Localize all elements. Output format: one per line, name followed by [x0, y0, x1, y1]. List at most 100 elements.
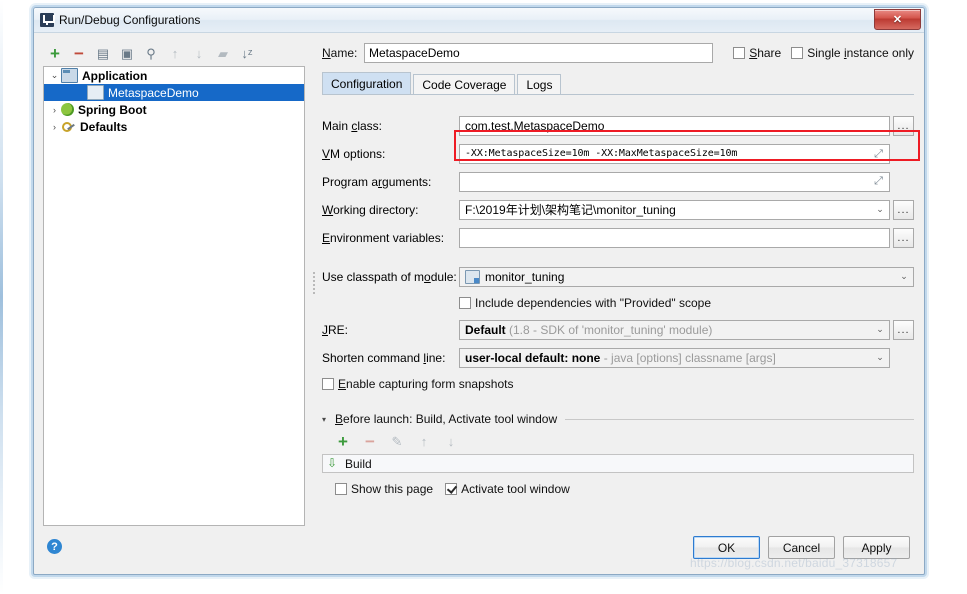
shorten-command-line-row: Shorten command line: user-local default… — [322, 347, 914, 368]
environment-variables-browse-button[interactable]: ... — [893, 227, 914, 248]
working-directory-value: F:\2019年计划\架构笔记\monitor_tuning — [465, 203, 676, 217]
vm-options-value: -XX:MetaspaceSize=10m -XX:MaxMetaspaceSi… — [465, 148, 738, 159]
share-checkbox-box — [733, 46, 746, 59]
move-down-button: ↓ — [195, 45, 203, 61]
tree-node-label: Spring Boot — [78, 102, 147, 117]
main-class-row: Main class: com.test.MetaspaceDemo ... — [322, 115, 914, 136]
name-label: Name: — [322, 45, 358, 60]
jre-detail: (1.8 - SDK of 'monitor_tuning' module) — [509, 322, 713, 337]
main-class-input[interactable]: com.test.MetaspaceDemo — [459, 115, 890, 136]
shorten-command-line-detail: - java [options] classname [args] — [603, 350, 776, 365]
working-directory-label: Working directory: — [322, 202, 419, 217]
tree-node-metaspacedemo[interactable]: MetaspaceDemo — [44, 84, 304, 101]
program-arguments-label: Program arguments: — [322, 174, 432, 189]
environment-variables-label: Environment variables: — [322, 230, 445, 245]
single-instance-checkbox[interactable]: Single instance only — [791, 46, 914, 60]
activate-tool-window-label: Activate tool window — [461, 482, 570, 496]
page-left-edge — [0, 0, 3, 594]
working-directory-input[interactable]: F:\2019年计划\架构笔记\monitor_tuning ⌄ — [459, 199, 890, 220]
tree-twisty-icon[interactable]: ⌄ — [48, 70, 61, 81]
show-this-page-checkbox-box — [335, 483, 347, 495]
classpath-module-combo[interactable]: monitor_tuning ⌄ — [459, 266, 914, 287]
move-up-button: ↑ — [171, 45, 179, 61]
include-provided-checkbox-box — [459, 297, 471, 309]
tree-twisty-icon[interactable]: › — [48, 105, 61, 115]
watermark: https://blog.csdn.net/baidu_37318657 — [690, 556, 898, 570]
add-task-button[interactable]: + — [335, 433, 351, 450]
dialog-body: + − ▤ ▣ ⚲ ↑ ↓ ▰ ↓ᶻ ⌄ Application MetaspaceDemo › Spr… — [34, 32, 924, 574]
jre-combo[interactable]: Default (1.8 - SDK of 'monitor_tuning' m… — [459, 319, 890, 340]
configuration-settings-panel: Name: MetaspaceDemo Share Single instanc… — [322, 42, 920, 526]
single-instance-label: Single instance only — [807, 45, 914, 60]
tree-node-application[interactable]: ⌄ Application — [44, 67, 304, 84]
tree-twisty-icon[interactable]: › — [48, 122, 61, 132]
classpath-module-chevron-down-icon[interactable]: ⌄ — [895, 271, 913, 282]
before-launch-task-list[interactable]: ⇩ Build — [322, 454, 914, 473]
include-provided-checkbox[interactable]: Include dependencies with "Provided" sco… — [322, 294, 914, 312]
edit-templates-button[interactable]: ⚲ — [143, 45, 159, 61]
before-launch-task-label: Build — [345, 456, 372, 471]
copy-configuration-button[interactable]: ▤ — [95, 45, 111, 61]
share-checkbox[interactable]: Share — [733, 46, 781, 60]
classpath-module-row: Use classpath of module: monitor_tuning … — [322, 266, 914, 287]
add-configuration-button[interactable]: + — [47, 45, 63, 62]
environment-variables-row: Environment variables: ... — [322, 227, 914, 248]
jre-chevron-down-icon[interactable]: ⌄ — [871, 324, 889, 335]
working-directory-browse-button[interactable]: ... — [893, 199, 914, 220]
save-configuration-button[interactable]: ▣ — [119, 45, 135, 61]
tree-toolbar: + − ▤ ▣ ⚲ ↑ ↓ ▰ ↓ᶻ — [43, 42, 305, 66]
vm-options-input[interactable]: -XX:MetaspaceSize=10m -XX:MaxMetaspaceSi… — [459, 143, 890, 164]
module-icon — [465, 269, 480, 284]
working-directory-chevron-down-icon[interactable]: ⌄ — [871, 204, 889, 215]
settings-tabs: Configuration Code Coverage Logs — [322, 72, 914, 95]
enable-form-snapshots-label: Enable capturing form snapshots — [338, 377, 514, 391]
sort-configurations-button[interactable]: ↓ᶻ — [239, 45, 255, 61]
before-launch-toolbar: + − ✎ ↑ ↓ — [322, 430, 914, 452]
enable-form-snapshots-checkbox[interactable]: Enable capturing form snapshots — [322, 375, 914, 393]
build-icon: ⇩ — [327, 456, 338, 470]
share-label: Share — [749, 45, 782, 60]
spring-icon — [61, 103, 74, 116]
tree-node-spring-boot[interactable]: › Spring Boot — [44, 101, 304, 118]
name-input[interactable]: MetaspaceDemo — [364, 42, 714, 63]
tab-logs[interactable]: Logs — [517, 74, 562, 94]
shorten-command-line-combo[interactable]: user-local default: none - java [options… — [459, 347, 890, 368]
jre-browse-button[interactable]: ... — [893, 319, 914, 340]
new-folder-button: ▰ — [218, 45, 228, 61]
configurations-tree[interactable]: ⌄ Application MetaspaceDemo › Spring Boot › De… — [43, 66, 305, 526]
program-arguments-expand-icon[interactable]: ⤢ — [870, 173, 887, 191]
tab-code-coverage[interactable]: Code Coverage — [413, 74, 516, 94]
single-instance-checkbox-box — [791, 46, 804, 59]
before-launch-header[interactable]: ▾ Before launch: Build, Activate tool wi… — [322, 411, 914, 427]
remove-configuration-button[interactable]: − — [71, 45, 87, 62]
working-directory-row: Working directory: F:\2019年计划\架构笔记\monit… — [322, 199, 914, 220]
edit-task-button: ✎ — [391, 433, 403, 449]
before-launch-triangle-icon[interactable]: ▾ — [322, 415, 335, 424]
help-icon[interactable]: ? — [47, 539, 62, 554]
main-class-label: Main class: — [322, 118, 383, 133]
show-this-page-checkbox[interactable]: Show this page — [335, 482, 433, 496]
program-arguments-input[interactable]: ⤢ — [459, 171, 890, 192]
before-launch-title: Before launch: Build, Activate tool wind… — [335, 412, 558, 426]
tree-node-defaults[interactable]: › Defaults — [44, 118, 304, 135]
vm-options-label: VM options: — [322, 146, 386, 161]
tree-node-label: Defaults — [80, 119, 128, 134]
before-launch-section: ▾ Before launch: Build, Activate tool wi… — [322, 411, 914, 496]
main-class-browse-button[interactable]: ... — [893, 115, 914, 136]
panel-splitter[interactable] — [310, 42, 318, 526]
jre-label: JRE: — [322, 322, 349, 337]
close-button[interactable]: ✕ — [874, 9, 921, 30]
defaults-icon — [61, 120, 76, 133]
intellij-icon — [40, 13, 55, 27]
tree-node-label: Application — [82, 68, 148, 83]
shorten-command-line-chevron-down-icon[interactable]: ⌄ — [871, 352, 889, 363]
show-this-page-label: Show this page — [351, 482, 434, 496]
vm-options-expand-icon[interactable]: ⤢ — [870, 145, 887, 163]
include-provided-label: Include dependencies with "Provided" sco… — [475, 296, 712, 310]
tab-configuration[interactable]: Configuration — [322, 72, 412, 94]
activate-tool-window-checkbox[interactable]: Activate tool window — [445, 482, 570, 496]
run-debug-configurations-dialog: Run/Debug Configurations ✕ + − ▤ ▣ ⚲ ↑ ↓ ▰ ↓ᶻ ⌄ A… — [33, 7, 925, 575]
before-launch-divider — [565, 418, 914, 420]
environment-variables-input[interactable] — [459, 227, 890, 248]
move-task-down-button: ↓ — [447, 433, 455, 449]
